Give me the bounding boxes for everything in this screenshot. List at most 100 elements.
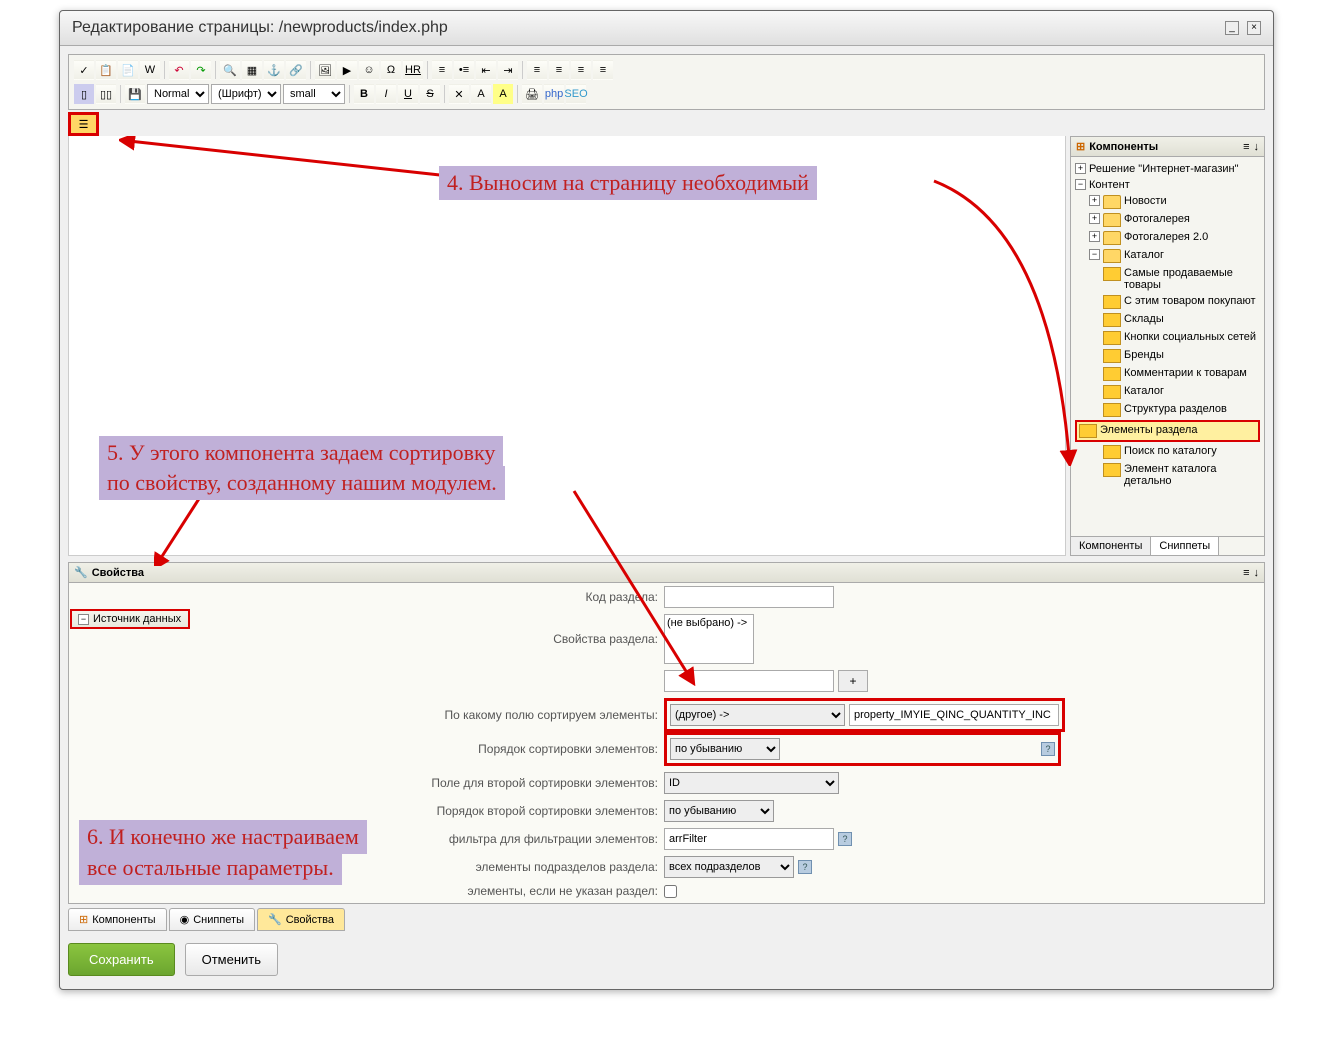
- tree-catalog2[interactable]: Каталог: [1075, 383, 1260, 401]
- tb-media-icon[interactable]: ▶: [337, 60, 357, 80]
- tree-bestsellers[interactable]: Самые продаваемые товары: [1075, 265, 1260, 293]
- wrench-icon: 🔧: [74, 566, 88, 579]
- tb-ol-icon[interactable]: ≡: [432, 60, 452, 80]
- label-sort-order: Порядок сортировки элементов:: [69, 742, 664, 756]
- panel-collapse-icon[interactable]: ↓: [1254, 141, 1260, 153]
- tb-alignleft-icon[interactable]: ≡: [527, 60, 547, 80]
- toolbar: ✓ 📋 📄 W ↶ ↷ 🔍 ▦ ⚓ 🔗 🖼 ▶ ☺ Ω HR ≡: [68, 54, 1265, 110]
- tree-structure[interactable]: Структура разделов: [1075, 401, 1260, 419]
- tb-save-icon[interactable]: 💾: [125, 84, 145, 104]
- tree-photo[interactable]: +Фотогалерея: [1075, 211, 1260, 229]
- minimize-button[interactable]: _: [1225, 21, 1239, 35]
- tb-link-icon[interactable]: 🔗: [286, 60, 306, 80]
- tb-char-icon[interactable]: Ω: [381, 60, 401, 80]
- tree-withthis[interactable]: С этим товаром покупают: [1075, 293, 1260, 311]
- tree-news[interactable]: +Новости: [1075, 193, 1260, 211]
- tree-section-elements[interactable]: Элементы раздела: [1075, 420, 1260, 442]
- help-icon[interactable]: ?: [1041, 742, 1055, 756]
- btab-snippets[interactable]: ◉Сниппеты: [169, 908, 255, 931]
- cancel-button[interactable]: Отменить: [185, 943, 278, 976]
- help-icon[interactable]: ?: [838, 832, 852, 846]
- props-menu-icon[interactable]: ≡: [1243, 567, 1249, 579]
- components-panel-icon: ⊞: [1076, 140, 1085, 153]
- action-buttons: Сохранить Отменить: [68, 935, 1265, 984]
- tree-catalog[interactable]: −Каталог: [1075, 247, 1260, 265]
- components-panel-header: ⊞ Компоненты ≡ ↓: [1071, 137, 1264, 157]
- placed-component-icon[interactable]: ☰: [68, 112, 99, 136]
- tb-mode2-icon[interactable]: ▯▯: [96, 84, 116, 104]
- editor-window: Редактирование страницы: /newproducts/in…: [59, 10, 1274, 990]
- tb-aligncenter-icon[interactable]: ≡: [549, 60, 569, 80]
- tb-outdent-icon[interactable]: ⇤: [476, 60, 496, 80]
- size-select[interactable]: small: [283, 84, 345, 104]
- checkbox-no-section[interactable]: [664, 885, 677, 898]
- tree-search[interactable]: Поиск по каталогу: [1075, 443, 1260, 461]
- tb-alignright-icon[interactable]: ≡: [571, 60, 591, 80]
- tb-smile-icon[interactable]: ☺: [359, 60, 379, 80]
- tb-paste-icon[interactable]: 📋: [96, 60, 116, 80]
- side-tab-components[interactable]: Компоненты: [1071, 537, 1151, 555]
- arrow-4-right: [929, 176, 1079, 466]
- tb-italic-icon[interactable]: I: [376, 84, 396, 104]
- tb-strike-icon[interactable]: S: [420, 84, 440, 104]
- tb-anchor-icon[interactable]: ⚓: [264, 60, 284, 80]
- tree-warehouses[interactable]: Склады: [1075, 311, 1260, 329]
- select-sort-field[interactable]: (другое) ->: [670, 704, 845, 726]
- tb-table-icon[interactable]: ▦: [242, 60, 262, 80]
- panel-menu-icon[interactable]: ≡: [1243, 141, 1249, 153]
- props-collapse-icon[interactable]: ↓: [1254, 567, 1260, 579]
- tree-comments[interactable]: Комментарии к товарам: [1075, 365, 1260, 383]
- tb-hr-icon[interactable]: HR: [403, 60, 423, 80]
- side-tab-snippets[interactable]: Сниппеты: [1151, 537, 1219, 555]
- tb-alignjustify-icon[interactable]: ≡: [593, 60, 613, 80]
- tb-clean-icon[interactable]: ✕: [449, 84, 469, 104]
- tree-brands[interactable]: Бренды: [1075, 347, 1260, 365]
- tb-undo-icon[interactable]: ↶: [169, 60, 189, 80]
- format-select[interactable]: Normal: [147, 84, 209, 104]
- tb-mode1-icon[interactable]: ▯: [74, 84, 94, 104]
- tb-print-icon[interactable]: 🖨: [522, 84, 542, 104]
- tb-pasteword-icon[interactable]: W: [140, 60, 160, 80]
- section-data-source[interactable]: − Источник данных: [70, 609, 190, 629]
- components-tree: +Решение "Интернет-магазин" −Контент +Но…: [1071, 157, 1264, 536]
- tb-pastetext-icon[interactable]: 📄: [118, 60, 138, 80]
- tree-photo2[interactable]: +Фотогалерея 2.0: [1075, 229, 1260, 247]
- tb-spellcheck-icon[interactable]: ✓: [74, 60, 94, 80]
- titlebar: Редактирование страницы: /newproducts/in…: [60, 11, 1273, 46]
- select-sort2-order[interactable]: по убыванию: [664, 800, 774, 822]
- bottom-tabs: ⊞Компоненты ◉Сниппеты 🔧Свойства: [68, 904, 1265, 935]
- add-prop-button[interactable]: +: [838, 670, 868, 692]
- tb-color-icon[interactable]: A: [471, 84, 491, 104]
- tb-bold-icon[interactable]: B: [354, 84, 374, 104]
- tb-bgcolor-icon[interactable]: A: [493, 84, 513, 104]
- annotation-6a: 6. И конечно же настраиваем: [79, 820, 367, 854]
- font-select[interactable]: (Шрифт): [211, 84, 281, 104]
- btab-properties[interactable]: 🔧Свойства: [257, 908, 345, 931]
- tb-underline-icon[interactable]: U: [398, 84, 418, 104]
- tb-indent-icon[interactable]: ⇥: [498, 60, 518, 80]
- tree-social[interactable]: Кнопки социальных сетей: [1075, 329, 1260, 347]
- tb-find-icon[interactable]: 🔍: [220, 60, 240, 80]
- annotation-6b: все остальные параметры.: [79, 851, 342, 885]
- help-icon[interactable]: ?: [798, 860, 812, 874]
- collapse-icon: −: [78, 614, 89, 625]
- tb-image-icon[interactable]: 🖼: [315, 60, 335, 80]
- select-subsections[interactable]: всех подразделов: [664, 856, 794, 878]
- tree-detail[interactable]: Элемент каталога детально: [1075, 461, 1260, 489]
- tree-content[interactable]: −Контент: [1075, 177, 1260, 193]
- tb-ul-icon[interactable]: •≡: [454, 60, 474, 80]
- annotation-4: 4. Выносим на страницу необходимый: [439, 166, 817, 200]
- select-sort-order[interactable]: по убыванию: [670, 738, 780, 760]
- input-sort-field[interactable]: [849, 704, 1059, 726]
- tb-php-icon[interactable]: php: [544, 84, 564, 104]
- select-sort2-field[interactable]: ID: [664, 772, 839, 794]
- tb-seo-icon[interactable]: SEO: [566, 84, 586, 104]
- input-filter-name[interactable]: [664, 828, 834, 850]
- snippets-icon: ◉: [180, 913, 190, 926]
- tb-redo-icon[interactable]: ↷: [191, 60, 211, 80]
- btab-components[interactable]: ⊞Компоненты: [68, 908, 167, 931]
- save-button[interactable]: Сохранить: [68, 943, 175, 976]
- close-button[interactable]: ×: [1247, 21, 1261, 35]
- tree-solution[interactable]: +Решение "Интернет-магазин": [1075, 161, 1260, 177]
- editor-canvas[interactable]: 4. Выносим на страницу необходимый 5. У …: [68, 136, 1066, 556]
